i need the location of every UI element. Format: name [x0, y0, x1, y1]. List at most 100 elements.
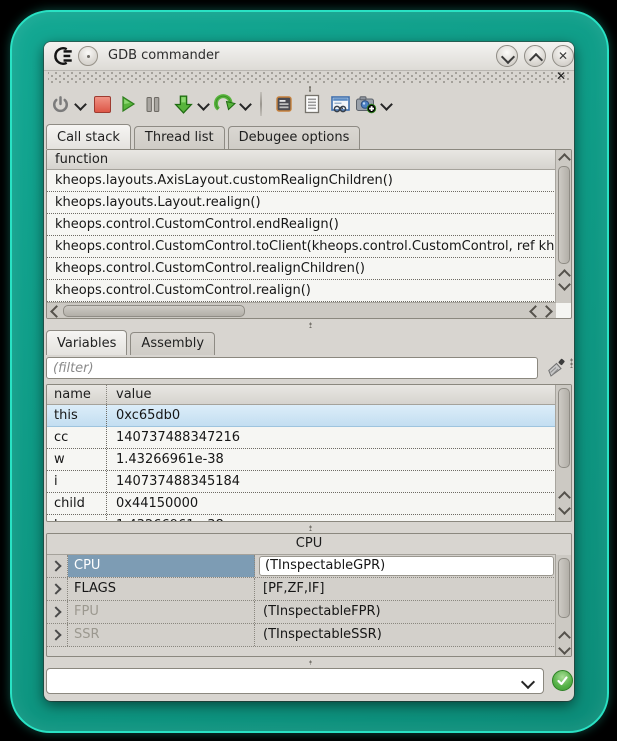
cpu-register-list: CPU (TInspectableGPR) FLAGS [PF,ZF,IF] F…: [47, 555, 556, 647]
scrollbar-thumb[interactable]: [558, 388, 570, 468]
variable-name: w: [47, 449, 107, 470]
splitter-handle[interactable]: [309, 525, 312, 531]
tab[interactable]: Thread list: [134, 126, 225, 149]
step-over-button[interactable]: [213, 92, 237, 116]
scroll-up-icon[interactable]: [558, 153, 571, 166]
expand-chevron-icon[interactable]: [47, 601, 68, 623]
variable-value: 140737488345184: [107, 471, 556, 492]
broom-icon: [547, 358, 567, 378]
variable-value: 0xc65db0: [107, 405, 556, 426]
tab[interactable]: Call stack: [46, 124, 131, 149]
variable-row[interactable]: w 1.43266961e-38: [47, 449, 556, 471]
scroll-left-icon[interactable]: [50, 305, 63, 318]
tab[interactable]: Debugee options: [228, 126, 361, 149]
output-list-button[interactable]: [300, 92, 324, 116]
callstack-row[interactable]: kheops.layouts.AxisLayout.customRealignC…: [47, 170, 556, 192]
step-into-icon: [173, 94, 194, 115]
clear-filter-button[interactable]: [544, 356, 570, 380]
dock-grip-handle[interactable]: [48, 72, 570, 84]
variable-row[interactable]: child 0x44150000: [47, 493, 556, 515]
step-into-button[interactable]: [171, 92, 195, 116]
chevron-down-icon: [521, 675, 535, 689]
callstack-row[interactable]: kheops.control.CustomControl.toClient(kh…: [47, 236, 556, 258]
watch-window-button[interactable]: [328, 92, 352, 116]
dock-close-icon[interactable]: ✕: [556, 69, 566, 83]
callstack-column-header[interactable]: function: [47, 150, 556, 170]
variable-row[interactable]: i 140737488345184: [47, 471, 556, 493]
callstack-row[interactable]: kheops.layouts.Layout.realign(): [47, 192, 556, 214]
cpu-register-row[interactable]: SSR (TInspectableSSR): [47, 624, 556, 647]
cpu-register-row[interactable]: FPU (TInspectableFPR): [47, 601, 556, 624]
filter-input[interactable]: [46, 357, 538, 379]
tab[interactable]: Assembly: [130, 332, 215, 355]
snapshot-dropdown-chevron[interactable]: [380, 98, 393, 111]
window-menu-button[interactable]: [78, 46, 98, 66]
register-value[interactable]: (TInspectableGPR): [255, 555, 556, 577]
scroll-down-icon[interactable]: [558, 502, 571, 515]
callstack-tabbar: Call stackThread listDebugee options: [46, 124, 572, 149]
cpu-register-row[interactable]: FLAGS [PF,ZF,IF]: [47, 578, 556, 601]
cpu-view-button[interactable]: [272, 92, 296, 116]
snapshot-add-button[interactable]: [354, 92, 378, 116]
tab[interactable]: Variables: [46, 330, 127, 355]
variable-value: 0x44150000: [107, 493, 556, 514]
send-command-button[interactable]: [552, 670, 573, 691]
column-header-name[interactable]: name: [47, 385, 107, 404]
callstack-row[interactable]: kheops.control.CustomControl.endRealign(…: [47, 214, 556, 236]
pause-button[interactable]: [141, 92, 165, 116]
variable-row[interactable]: cc 140737488347216: [47, 427, 556, 449]
scroll-right-icon[interactable]: [540, 305, 553, 318]
column-header-value[interactable]: value: [107, 385, 556, 404]
variables-vertical-scrollbar[interactable]: [555, 385, 571, 521]
pause-icon: [145, 96, 161, 113]
close-button[interactable]: ✕: [552, 45, 574, 67]
register-value[interactable]: (TInspectableFPR): [255, 601, 556, 623]
check-icon: [556, 674, 569, 687]
power-button[interactable]: [48, 92, 72, 116]
variables-header: name value: [47, 385, 556, 405]
cpu-panel: CPU CPU (TInspectableGPR) FLAGS [PF,ZF,I…: [46, 533, 572, 657]
scrollbar-thumb[interactable]: [558, 166, 570, 264]
expand-chevron-icon[interactable]: [47, 555, 68, 577]
variable-name: child: [47, 493, 107, 514]
toolbar-separator: [260, 92, 262, 116]
step-into-dropdown-chevron[interactable]: [197, 98, 210, 111]
cpu-register-row[interactable]: CPU (TInspectableGPR): [47, 555, 556, 578]
variable-row[interactable]: this 0xc65db0: [47, 405, 556, 427]
callstack-row[interactable]: kheops.control.CustomControl.realign(): [47, 280, 556, 302]
callstack-row[interactable]: kheops.control.CustomControl.realignChil…: [47, 258, 556, 280]
expand-chevron-icon[interactable]: [47, 578, 68, 600]
register-value[interactable]: [PF,ZF,IF]: [255, 578, 556, 600]
splitter-handle[interactable]: [309, 660, 312, 665]
callstack-vertical-scrollbar[interactable]: [555, 150, 571, 303]
run-icon: [119, 95, 137, 113]
cpu-view-icon: [274, 94, 294, 114]
power-dropdown-chevron[interactable]: [74, 98, 87, 111]
cpu-vertical-scrollbar[interactable]: [555, 555, 571, 656]
gdb-command-combobox[interactable]: [46, 668, 544, 694]
step-over-icon: [214, 93, 236, 115]
splitter-handle[interactable]: [570, 358, 573, 368]
stop-button[interactable]: [90, 92, 114, 116]
scroll-down-icon[interactable]: [558, 642, 571, 655]
variable-name: h: [47, 515, 107, 521]
maximize-button[interactable]: [524, 45, 546, 67]
run-button[interactable]: [116, 92, 140, 116]
stop-icon: [94, 96, 111, 113]
step-over-dropdown-chevron[interactable]: [239, 98, 252, 111]
scrollbar-thumb[interactable]: [558, 558, 570, 618]
register-name: CPU: [68, 555, 255, 577]
shade-button[interactable]: [496, 45, 518, 67]
cpu-panel-title: CPU: [47, 534, 571, 554]
expand-chevron-icon[interactable]: [47, 624, 68, 646]
splitter-handle[interactable]: [309, 322, 312, 328]
scrollbar-thumb[interactable]: [63, 305, 245, 317]
callstack-horizontal-scrollbar[interactable]: [47, 302, 556, 318]
callstack-list: kheops.layouts.AxisLayout.customRealignC…: [47, 170, 556, 302]
register-name: FPU: [68, 601, 255, 623]
variable-row[interactable]: h 1.43266961e-38: [47, 515, 556, 521]
variables-list: this 0xc65db0 cc 140737488347216 w 1.432…: [47, 405, 556, 521]
register-value[interactable]: (TInspectableSSR): [255, 624, 556, 646]
titlebar[interactable]: GDB commander ✕: [44, 42, 574, 71]
scroll-down-icon[interactable]: [558, 278, 571, 291]
